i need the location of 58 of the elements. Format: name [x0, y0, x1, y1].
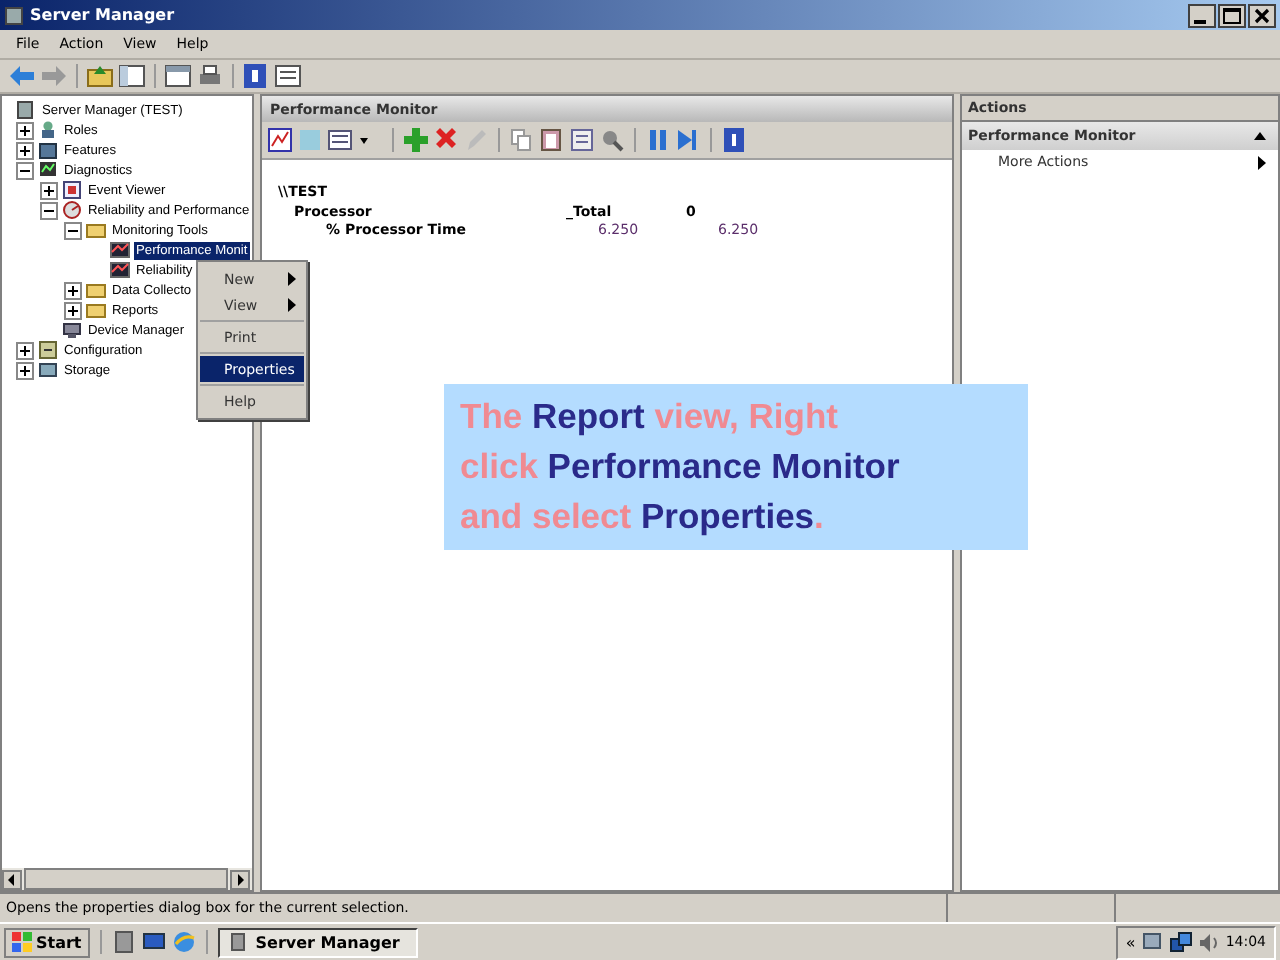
submenu-arrow-icon: [1258, 155, 1266, 169]
server-icon: [4, 5, 24, 25]
printer-icon[interactable]: [196, 64, 224, 88]
network-icon[interactable]: [1141, 931, 1164, 953]
back-arrow-icon[interactable]: [8, 64, 36, 88]
up-folder-icon[interactable]: [86, 64, 114, 88]
computer-icon: [62, 320, 82, 340]
paste-icon[interactable]: [540, 128, 564, 152]
windows-logo-icon: [12, 932, 32, 952]
maximize-icon[interactable]: [1218, 3, 1246, 27]
expand-icon[interactable]: [40, 181, 58, 199]
speaker-icon[interactable]: [1197, 931, 1220, 953]
help-icon[interactable]: [242, 64, 270, 88]
start-button[interactable]: Start: [4, 927, 90, 957]
server-icon: [16, 100, 36, 120]
zoom-icon[interactable]: [600, 128, 624, 152]
collapse-icon[interactable]: [64, 221, 82, 239]
chart-view-icon[interactable]: [268, 128, 292, 152]
step-icon[interactable]: [676, 128, 700, 152]
pause-icon[interactable]: [646, 128, 670, 152]
collapse-icon[interactable]: [16, 161, 34, 179]
delete-icon[interactable]: [434, 128, 458, 152]
gauge-icon: [62, 200, 82, 220]
monitor-icon[interactable]: [141, 930, 166, 954]
console-tree-icon[interactable]: [118, 64, 146, 88]
scroll-right-icon[interactable]: [230, 869, 250, 889]
window-title: Server Manager: [30, 6, 177, 24]
blocks-icon: [38, 140, 58, 160]
expand-icon[interactable]: [16, 141, 34, 159]
close-icon[interactable]: [1248, 3, 1276, 27]
report-view-icon[interactable]: [328, 128, 352, 152]
expand-icon[interactable]: [16, 341, 34, 359]
expand-icon[interactable]: [64, 301, 82, 319]
chart-icon: [110, 260, 130, 280]
chart-icon: [110, 240, 130, 260]
server-icon: [227, 932, 248, 952]
help-icon[interactable]: [722, 128, 746, 152]
minimize-icon[interactable]: [1188, 3, 1216, 27]
log-icon: [62, 180, 82, 200]
expand-icon[interactable]: [16, 121, 34, 139]
monitor-icon: [38, 160, 58, 180]
scroll-left-icon[interactable]: [2, 869, 22, 889]
server-icon[interactable]: [111, 930, 136, 954]
window-icon[interactable]: [164, 64, 192, 88]
properties-icon[interactable]: [570, 128, 594, 152]
properties-icon[interactable]: [274, 64, 302, 88]
people-icon: [38, 120, 58, 140]
computers-icon[interactable]: [1169, 931, 1192, 953]
expand-icon[interactable]: [16, 361, 34, 379]
expand-icon[interactable]: [64, 281, 82, 299]
folder-icon: [86, 220, 106, 240]
settings-icon: [38, 340, 58, 360]
taskbar-button[interactable]: Server Manager: [217, 927, 418, 957]
collapse-icon[interactable]: [40, 201, 58, 219]
collapse-icon[interactable]: [1254, 132, 1266, 140]
instruction-caption: The Report view, Right click Performance Monitor and select Properties.: [444, 384, 1028, 550]
tray-expand-button[interactable]: «: [1125, 933, 1136, 951]
scrollbar-thumb[interactable]: [24, 868, 228, 890]
